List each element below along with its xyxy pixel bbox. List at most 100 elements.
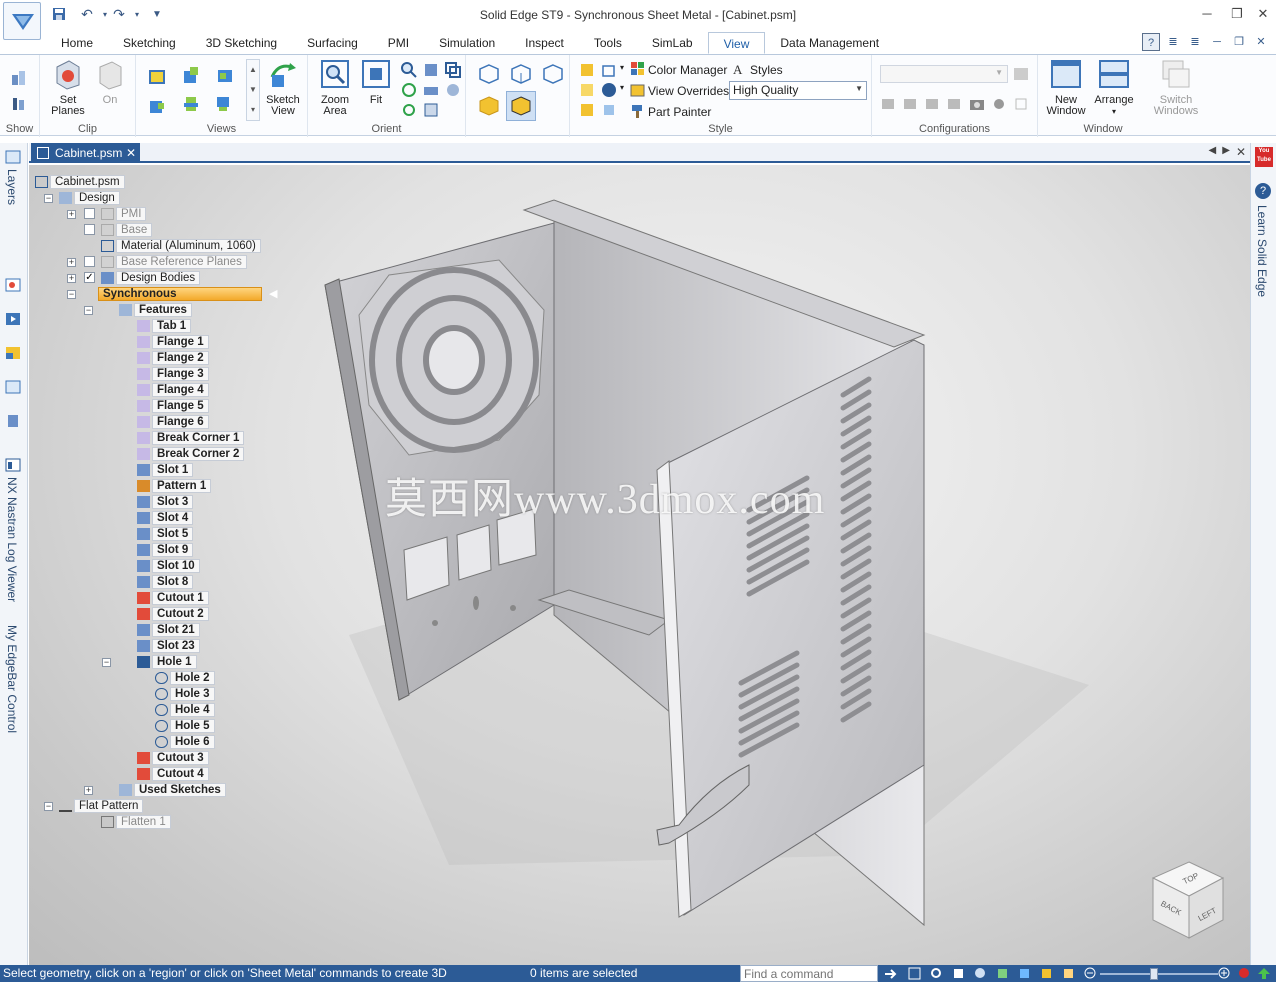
tree-node-design[interactable]: Design: [59, 191, 120, 205]
tree-node-hole-5[interactable]: Hole 5: [155, 719, 215, 733]
color-icon[interactable]: [4, 345, 22, 361]
learn-solid-edge-tab[interactable]: Learn Solid Edge: [1255, 205, 1269, 297]
tree-node-pattern-1[interactable]: Pattern 1: [137, 479, 212, 493]
style-reflection-icon[interactable]: [578, 101, 596, 119]
sketch-view-status-icon[interactable]: [1018, 967, 1031, 980]
pathfinder-icon[interactable]: [4, 277, 22, 293]
configuration-save-icon[interactable]: [1012, 65, 1030, 83]
collapse-hole-1-icon[interactable]: −: [102, 658, 111, 667]
tree-node-flange-1[interactable]: Flange 1: [137, 335, 209, 349]
tree-node-flange-6[interactable]: Flange 6: [137, 415, 209, 429]
zoom-area-button[interactable]: Zoom Area: [316, 59, 354, 117]
style-shade-icon[interactable]: [578, 61, 596, 79]
media-icon[interactable]: [4, 311, 22, 327]
zoom-slider-thumb[interactable]: [1150, 968, 1158, 980]
go-arrow-icon[interactable]: [884, 967, 897, 980]
zoom-slider-track[interactable]: [1100, 973, 1218, 975]
tree-node-flange-5[interactable]: Flange 5: [137, 399, 209, 413]
config-icon-7[interactable]: [1012, 95, 1030, 113]
document-tab[interactable]: Cabinet.psm ✕: [31, 143, 140, 163]
view-top-icon[interactable]: [148, 67, 166, 85]
tree-node-break-corner-2[interactable]: Break Corner 2: [137, 447, 245, 461]
sketch-view-button[interactable]: Sketch View: [262, 59, 304, 117]
youtube-icon[interactable]: You Tube: [1255, 147, 1273, 167]
zoom-out-icon[interactable]: [1084, 967, 1097, 980]
tab-home[interactable]: Home: [46, 32, 108, 54]
views-gallery-scroll[interactable]: ▲ ▼ ▾: [246, 59, 260, 121]
sensors-icon[interactable]: [4, 413, 22, 429]
look-at-face-icon[interactable]: [422, 81, 440, 99]
ref-planes-checkbox[interactable]: [84, 256, 95, 267]
tree-node-slot-9[interactable]: Slot 9: [137, 543, 194, 557]
config-icon-1[interactable]: [880, 95, 898, 113]
previous-view-icon[interactable]: [400, 101, 418, 119]
wireframe-icon[interactable]: [478, 63, 500, 85]
close-icon[interactable]: ✕: [1252, 6, 1274, 24]
find-command-input[interactable]: [740, 965, 878, 982]
collapse-design-icon[interactable]: −: [44, 194, 53, 203]
pan-icon[interactable]: [422, 61, 440, 79]
tab-pmi[interactable]: PMI: [373, 32, 424, 54]
style-view-dropdown-icon[interactable]: ▾: [620, 63, 624, 72]
expand-pmi-icon[interactable]: +: [67, 210, 76, 219]
tree-node-ref-planes[interactable]: Base Reference Planes: [101, 255, 247, 269]
learn-help-icon[interactable]: ?: [1255, 183, 1271, 199]
tree-node-slot-8[interactable]: Slot 8: [137, 575, 194, 589]
cabinet-model[interactable]: [29, 165, 1250, 965]
view-cube[interactable]: TOP BACK LEFT: [1149, 860, 1229, 944]
ribbon-options-icon[interactable]: ≣: [1164, 33, 1182, 51]
style-shadow-icon[interactable]: [578, 81, 596, 99]
tree-node-synchronous[interactable]: Synchronous ◀: [83, 287, 277, 301]
scroll-right-icon[interactable]: ▶: [1222, 145, 1230, 159]
tree-node-flange-3[interactable]: Flange 3: [137, 367, 209, 381]
styles-button[interactable]: Styles: [750, 63, 783, 77]
tree-node-cutout-4[interactable]: Cutout 4: [137, 767, 209, 781]
style-background-icon[interactable]: [600, 81, 618, 99]
tree-node-hole-2[interactable]: Hole 2: [155, 671, 215, 685]
tree-node-pmi[interactable]: PMI: [101, 207, 147, 221]
rotate-status-icon[interactable]: [996, 967, 1009, 980]
set-planes-button[interactable]: Set Planes: [48, 59, 88, 117]
tab-3d-sketching[interactable]: 3D Sketching: [191, 32, 292, 54]
config-icon-3[interactable]: [924, 95, 942, 113]
rotate-icon[interactable]: [444, 61, 462, 79]
tab-view[interactable]: View: [707, 32, 766, 54]
collapse-features-icon[interactable]: −: [84, 306, 93, 315]
view-overrides-button[interactable]: View Overrides: [648, 84, 729, 98]
doc-restore-icon[interactable]: ❐: [1230, 33, 1248, 51]
clip-on-button[interactable]: On: [90, 59, 130, 106]
tab-sketching[interactable]: Sketching: [108, 32, 191, 54]
render-quality-select[interactable]: High Quality ▼: [729, 81, 867, 100]
restore-icon[interactable]: ❐: [1226, 6, 1248, 24]
tree-node-flatten[interactable]: Flatten 1: [101, 815, 171, 829]
configuration-select[interactable]: ▼: [880, 65, 1008, 83]
switch-windows-button[interactable]: Switch Windows: [1150, 59, 1202, 117]
zoom-in-icon[interactable]: [1218, 967, 1231, 980]
tree-node-cutout-3[interactable]: Cutout 3: [137, 751, 209, 765]
scroll-left-icon[interactable]: ◀: [1209, 145, 1217, 159]
tree-node-tab-1[interactable]: Tab 1: [137, 319, 192, 333]
tree-node-slot-5[interactable]: Slot 5: [137, 527, 194, 541]
view-left-icon[interactable]: [148, 97, 166, 115]
shaded-status-icon[interactable]: [1040, 967, 1053, 980]
design-bodies-checkbox[interactable]: ✓: [84, 272, 95, 283]
tree-node-design-bodies[interactable]: Design Bodies: [101, 271, 201, 285]
ribbon-collapse-icon[interactable]: ≣: [1186, 33, 1204, 51]
tree-node-root[interactable]: Cabinet.psm: [35, 175, 125, 189]
tree-node-hole-1[interactable]: Hole 1: [137, 655, 197, 669]
new-window-button[interactable]: New Window: [1042, 59, 1090, 117]
arrange-button[interactable]: Arrange ▾: [1090, 59, 1138, 117]
tree-node-hole-4[interactable]: Hole 4: [155, 703, 215, 717]
expand-ref-planes-icon[interactable]: +: [67, 258, 76, 267]
view-iso-icon[interactable]: [182, 95, 200, 113]
pmi-checkbox[interactable]: [84, 208, 95, 219]
tree-node-slot-4[interactable]: Slot 4: [137, 511, 194, 525]
base-checkbox[interactable]: [84, 224, 95, 235]
tree-node-flange-4[interactable]: Flange 4: [137, 383, 209, 397]
expand-used-sketches-icon[interactable]: +: [84, 786, 93, 795]
tab-inspect[interactable]: Inspect: [510, 32, 579, 54]
tree-node-cutout-1[interactable]: Cutout 1: [137, 591, 209, 605]
spin-about-icon[interactable]: [400, 81, 418, 99]
style-view-icon[interactable]: [600, 61, 618, 79]
tree-node-slot-1[interactable]: Slot 1: [137, 463, 194, 477]
